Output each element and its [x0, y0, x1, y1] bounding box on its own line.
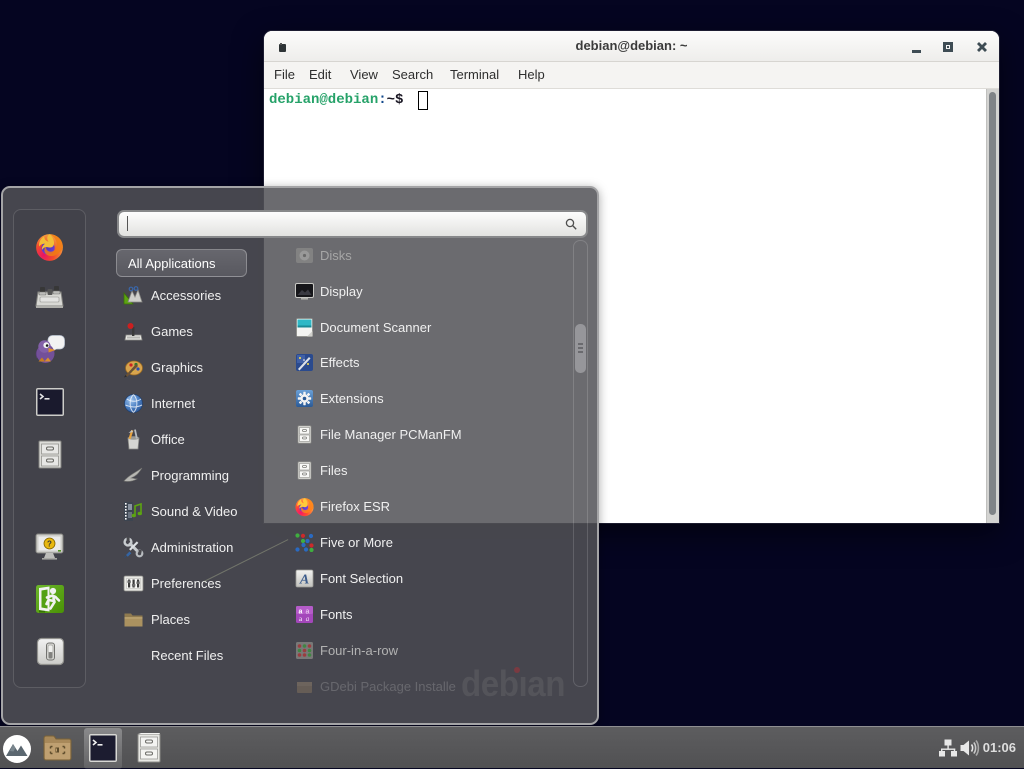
- svg-text:A: A: [299, 573, 309, 588]
- svg-text:a: a: [306, 615, 310, 623]
